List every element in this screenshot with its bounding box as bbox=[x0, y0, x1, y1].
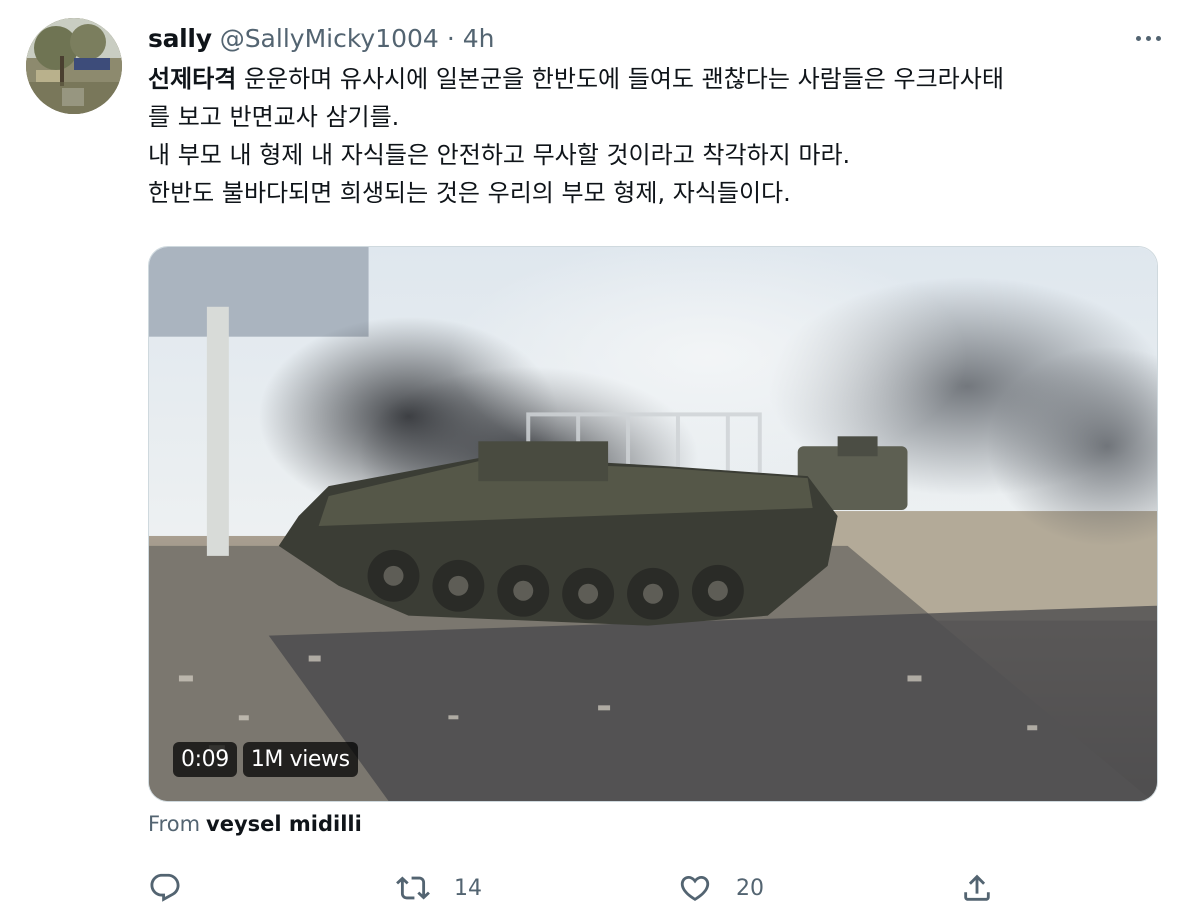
retweet-count: 14 bbox=[454, 875, 482, 901]
like-button[interactable]: 20 bbox=[678, 866, 764, 910]
more-dot bbox=[1155, 35, 1161, 41]
more-dot bbox=[1135, 35, 1141, 41]
reply-icon bbox=[150, 873, 180, 902]
more-dot bbox=[1145, 35, 1151, 41]
tweet-line-2: 를 보고 반면교사 삼기를. bbox=[148, 103, 400, 131]
video-views: 1M views bbox=[242, 742, 358, 777]
more-options-icon[interactable] bbox=[1128, 26, 1168, 50]
heart-icon bbox=[680, 875, 710, 901]
video-overlay: 0:09 1M views bbox=[173, 742, 358, 777]
tweet-line-1: 선제타격 운운하며 유사시에 일본군을 한반도에 들여도 괜찮다는 사람들은 우… bbox=[148, 60, 1158, 98]
action-bar: 14 20 bbox=[148, 866, 1158, 910]
tweet: sally @SallyMicky1004 · 4h 선제타격 운운하며 유사시… bbox=[0, 0, 1188, 924]
video-duration: 0:09 bbox=[173, 742, 237, 777]
retweet-icon bbox=[396, 876, 430, 900]
retweet-button[interactable]: 14 bbox=[396, 866, 482, 910]
tweet-header: sally @SallyMicky1004 · 4h bbox=[148, 20, 495, 56]
video-thumbnail bbox=[149, 247, 1157, 801]
tweet-text: 선제타격 운운하며 유사시에 일본군을 한반도에 들여도 괜찮다는 사람들은 우… bbox=[148, 60, 1158, 212]
video-attribution: From veysel midilli bbox=[148, 812, 362, 836]
separator-dot: · bbox=[446, 23, 455, 53]
from-source-link[interactable]: veysel midilli bbox=[206, 812, 362, 836]
reply-button[interactable] bbox=[148, 866, 182, 910]
share-icon bbox=[964, 874, 990, 901]
tweet-line-4: 한반도 불바다되면 희생되는 것은 우리의 부모 형제, 자식들이다. bbox=[148, 179, 791, 207]
tweet-line-1-rest: 운운하며 유사시에 일본군을 한반도에 들여도 괜찮다는 사람들은 우크라사태 bbox=[236, 65, 1004, 93]
hashtag-text: 선제타격 bbox=[148, 65, 237, 93]
avatar[interactable] bbox=[26, 18, 122, 114]
timestamp[interactable]: 4h bbox=[463, 24, 495, 53]
tweet-line-3: 내 부모 내 형제 내 자식들은 안전하고 무사할 것이라고 착각하지 마라. bbox=[148, 141, 851, 169]
share-button[interactable] bbox=[960, 866, 994, 910]
display-name[interactable]: sally bbox=[148, 24, 212, 53]
like-count: 20 bbox=[736, 875, 764, 901]
video-player[interactable]: 0:09 1M views bbox=[148, 246, 1158, 802]
user-handle[interactable]: @SallyMicky1004 bbox=[220, 24, 439, 53]
avatar-image bbox=[26, 18, 122, 114]
from-label: From bbox=[148, 812, 201, 836]
